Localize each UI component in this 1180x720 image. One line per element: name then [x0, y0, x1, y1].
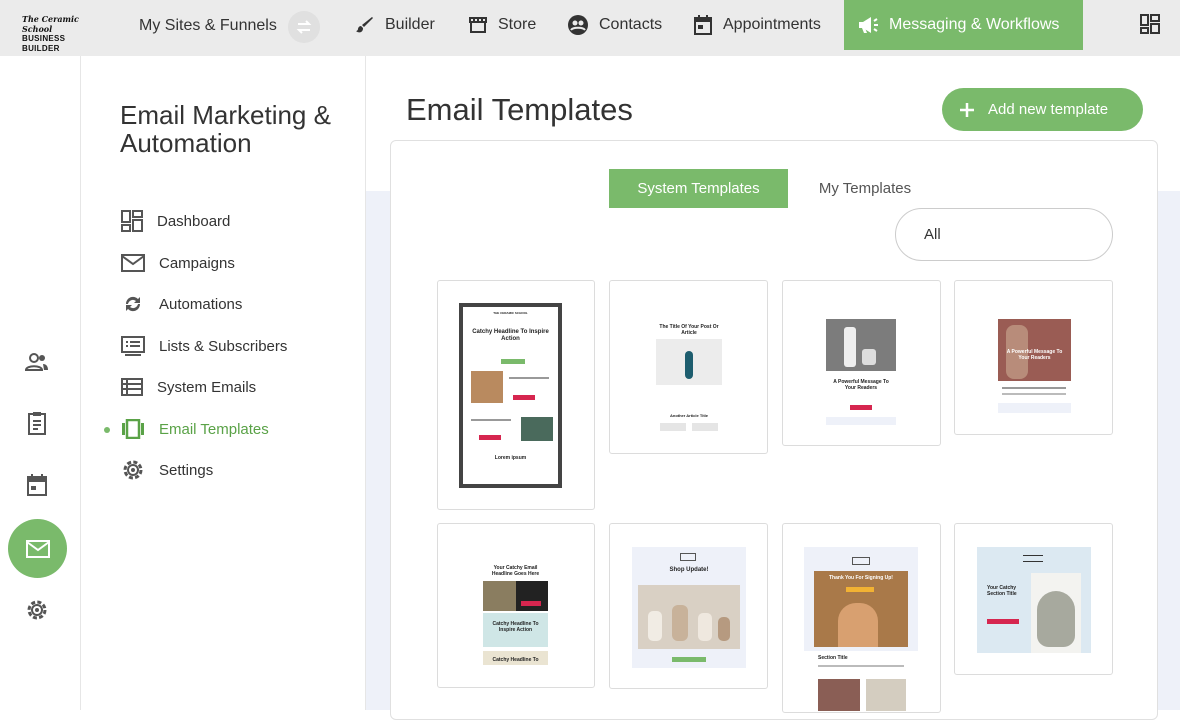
sidebar-item-lists-subscribers[interactable]: Lists & Subscribers — [121, 334, 287, 358]
refresh-icon — [125, 296, 141, 312]
thumb-headline: A Powerful Message To Your Readers — [833, 379, 889, 391]
thumb-headline: Your Catchy Email Headline Goes Here — [491, 565, 540, 577]
template-card[interactable]: The Title Of Your Post Or Article Anothe… — [609, 280, 768, 454]
thumb-subhead: Another Article Title — [669, 413, 708, 418]
template-card[interactable]: Your Catchy Email Headline Goes Here Cat… — [437, 523, 595, 688]
swap-site-button[interactable] — [288, 11, 320, 43]
tab-my-templates[interactable]: My Templates — [800, 169, 930, 208]
thumb-headline: Shop Update! — [669, 567, 709, 573]
nav-contacts[interactable]: Contacts — [567, 0, 662, 50]
template-card[interactable]: Shop Update! — [609, 523, 768, 689]
gear-icon — [27, 600, 47, 620]
carousel-icon — [122, 419, 144, 439]
template-card[interactable]: Thank You For Signing Up! Section Title — [782, 523, 941, 713]
tab-system-templates[interactable]: System Templates — [609, 169, 788, 208]
sidebar-item-label: System Emails — [157, 378, 257, 396]
gear-icon — [123, 460, 143, 480]
store-icon — [469, 17, 487, 33]
thumb-section-title: Section Title — [818, 655, 848, 661]
template-thumbnail: Shop Update! — [632, 547, 746, 668]
apps-grid-button[interactable] — [1140, 14, 1160, 39]
nav-store-label: Store — [498, 16, 537, 33]
thumb-headline: A Powerful Message To Your Readers — [1006, 349, 1063, 361]
template-thumbnail: Thank You For Signing Up! Section Title — [804, 547, 918, 711]
sidebar-item-label: Dashboard — [157, 212, 231, 230]
list-icon — [121, 336, 145, 356]
brush-icon — [356, 17, 373, 33]
calendar-icon — [27, 474, 47, 496]
table-icon — [121, 378, 143, 396]
sidebar-item-label: Campaigns — [159, 254, 235, 272]
template-thumbnail: A Powerful Message To Your Readers — [826, 307, 896, 425]
nav-contacts-label: Contacts — [599, 16, 663, 33]
sidebar-item-campaigns[interactable]: Campaigns — [121, 251, 235, 275]
template-thumbnail: A Powerful Message To Your Readers — [998, 309, 1071, 413]
template-card[interactable]: A Powerful Message To Your Readers — [954, 280, 1113, 435]
email-marketing-sidebar: Email Marketing & Automation Dashboard C… — [81, 56, 366, 710]
sidebar-item-automations[interactable]: Automations — [121, 292, 242, 316]
top-navbar: The Ceramic School BUSINESS BUILDER My S… — [0, 0, 1180, 56]
clipboard-icon — [28, 412, 46, 435]
nav-builder[interactable]: Builder — [355, 0, 435, 50]
thumb-headline-3: Catchy Headline To — [492, 657, 539, 663]
thumb-headline-2: Catchy Headline To Inspire Action — [492, 621, 539, 633]
plus-icon — [960, 102, 974, 117]
sidebar-item-email-templates[interactable]: Email Templates — [121, 417, 269, 441]
sidebar-item-label: Automations — [159, 295, 243, 313]
template-thumbnail: THE CERAMIC SCHOOL Catchy Headline To In… — [459, 303, 562, 488]
rail-settings-button[interactable] — [25, 598, 49, 622]
sidebar-title: Email Marketing & Automation — [120, 100, 331, 158]
nav-appointments-label: Appointments — [723, 16, 821, 33]
mail-icon — [121, 254, 145, 272]
nav-store[interactable]: Store — [468, 0, 536, 50]
people-icon — [24, 353, 48, 371]
add-new-template-button[interactable]: Add new template — [942, 88, 1143, 131]
thumb-footer: Lorem ipsum — [494, 455, 527, 461]
active-indicator-dot — [104, 427, 110, 433]
sidebar-item-label: Settings — [159, 461, 214, 479]
rail-clipboard-button[interactable] — [25, 411, 49, 435]
template-card[interactable]: THE CERAMIC SCHOOL Catchy Headline To In… — [437, 280, 595, 510]
add-new-template-label: Add new template — [988, 101, 1109, 118]
nav-messaging-label: Messaging & Workflows — [889, 16, 1060, 33]
template-card[interactable]: A Powerful Message To Your Readers — [782, 280, 941, 446]
rail-contacts-button[interactable] — [24, 350, 49, 374]
my-sites-funnels-link[interactable]: My Sites & Funnels — [139, 17, 277, 35]
sidebar-item-settings[interactable]: Settings — [121, 458, 213, 482]
megaphone-icon — [859, 17, 878, 33]
icon-rail — [0, 56, 81, 710]
thumb-headline: The Title Of Your Post Or Article — [659, 324, 719, 336]
sidebar-item-label: Email Templates — [159, 420, 269, 438]
calendar-icon — [694, 15, 712, 35]
template-category-select[interactable]: All — [895, 208, 1113, 261]
contacts-icon — [568, 15, 588, 35]
dashboard-grid-icon — [1140, 14, 1160, 34]
mail-icon — [25, 539, 50, 558]
nav-appointments[interactable]: Appointments — [693, 0, 821, 50]
page-title: Email Templates — [406, 92, 633, 127]
swap-icon — [296, 20, 312, 34]
brand-logo[interactable]: The Ceramic School BUSINESS BUILDER — [22, 14, 100, 53]
rail-email-button[interactable] — [8, 519, 67, 578]
sidebar-item-label: Lists & Subscribers — [159, 337, 288, 355]
template-thumbnail: The Title Of Your Post Or Article Anothe… — [656, 311, 722, 431]
thumb-headline: Catchy Headline To Inspire Action — [472, 329, 549, 342]
rail-calendar-button[interactable] — [25, 473, 49, 497]
nav-builder-label: Builder — [385, 16, 435, 33]
nav-messaging-workflows[interactable]: Messaging & Workflows — [844, 0, 1083, 50]
template-thumbnail: Your Catchy Email Headline Goes Here Cat… — [459, 547, 572, 665]
thumb-brand: THE CERAMIC SCHOOL — [493, 311, 528, 315]
sidebar-item-dashboard[interactable]: Dashboard — [121, 209, 230, 233]
dashboard-icon — [121, 210, 143, 232]
template-card[interactable]: Your Catchy Section Title — [954, 523, 1113, 675]
thumb-headline: Thank You For Signing Up! — [829, 575, 893, 581]
sidebar-item-system-emails[interactable]: System Emails — [121, 375, 256, 399]
template-thumbnail: Your Catchy Section Title — [977, 547, 1091, 653]
